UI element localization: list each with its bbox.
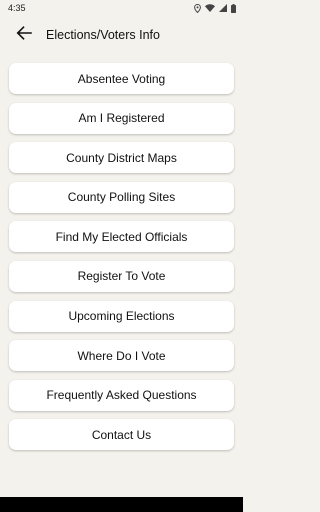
wifi-icon — [205, 4, 215, 12]
back-button[interactable] — [13, 24, 35, 46]
system-nav-bar — [0, 497, 243, 512]
arrow-left-icon — [16, 25, 32, 45]
menu-item-label: Where Do I Vote — [77, 348, 166, 363]
menu-item-am-i-registered[interactable]: Am I Registered — [9, 102, 234, 134]
menu-item-absentee-voting[interactable]: Absentee Voting — [9, 63, 234, 94]
status-time: 4:35 — [8, 3, 26, 13]
menu-item-where-do-i-vote[interactable]: Where Do I Vote — [9, 340, 234, 372]
status-bar: 4:35 — [0, 0, 243, 16]
menu-item-label: Contact Us — [91, 427, 152, 442]
menu-list: Absentee Voting Am I Registered County D… — [9, 63, 234, 459]
signal-icon — [219, 4, 227, 12]
menu-item-label: Am I Registered — [78, 111, 165, 126]
location-icon — [194, 3, 201, 13]
menu-item-label: County Polling Sites — [67, 190, 176, 205]
menu-item-label: Find My Elected Officials — [55, 229, 188, 244]
page-title: Elections/Voters Info — [46, 28, 160, 42]
menu-item-label: Frequently Asked Questions — [46, 388, 197, 403]
menu-item-label: Upcoming Elections — [68, 309, 175, 324]
menu-item-label: Register To Vote — [77, 269, 166, 284]
menu-item-contact-us[interactable]: Contact Us — [9, 419, 234, 451]
menu-item-faq[interactable]: Frequently Asked Questions — [9, 379, 234, 411]
menu-item-find-elected-officials[interactable]: Find My Elected Officials — [9, 221, 234, 253]
menu-item-register-to-vote[interactable]: Register To Vote — [9, 260, 234, 292]
menu-item-county-polling-sites[interactable]: County Polling Sites — [9, 181, 234, 213]
menu-item-label: County District Maps — [66, 150, 177, 165]
menu-item-label: Absentee Voting — [77, 71, 166, 86]
status-icons — [194, 3, 236, 13]
app-bar: Elections/Voters Info — [0, 16, 243, 54]
menu-item-county-district-maps[interactable]: County District Maps — [9, 142, 234, 174]
menu-item-upcoming-elections[interactable]: Upcoming Elections — [9, 300, 234, 332]
battery-icon — [231, 3, 236, 13]
